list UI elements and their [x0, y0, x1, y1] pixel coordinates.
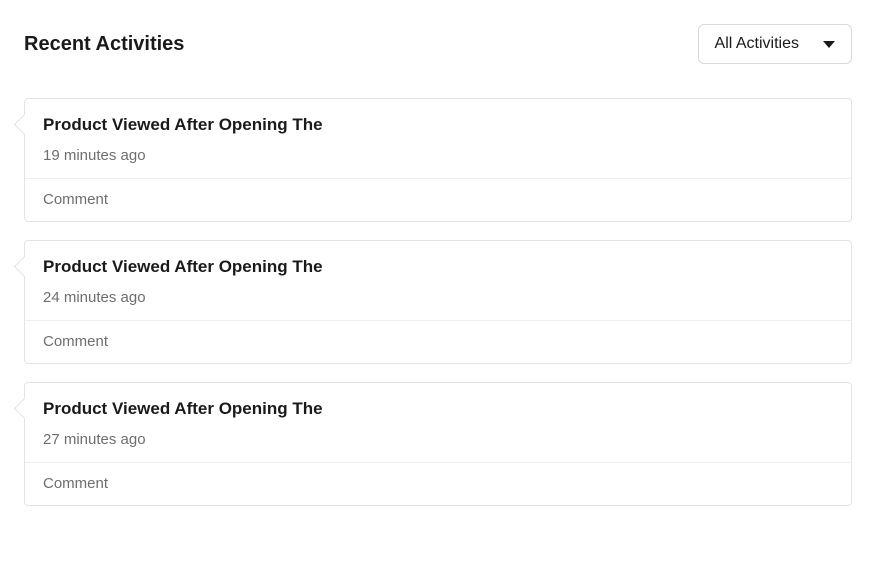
activity-title: Product Viewed After Opening The [43, 115, 833, 135]
comment-button[interactable]: Comment [43, 191, 108, 208]
activity-card: Product Viewed After Opening The 24 minu… [24, 240, 852, 364]
activity-title: Product Viewed After Opening The [43, 257, 833, 277]
filter-selected-label: All Activities [715, 35, 799, 53]
activity-card-footer: Comment [25, 178, 851, 221]
activity-card-body: Product Viewed After Opening The 19 minu… [25, 99, 851, 178]
activity-card-footer: Comment [25, 320, 851, 363]
activities-header: Recent Activities All Activities [24, 24, 852, 64]
activity-title: Product Viewed After Opening The [43, 399, 833, 419]
activity-card-footer: Comment [25, 462, 851, 505]
activity-card-body: Product Viewed After Opening The 24 minu… [25, 241, 851, 320]
activity-card: Product Viewed After Opening The 19 minu… [24, 98, 852, 222]
activity-card-body: Product Viewed After Opening The 27 minu… [25, 383, 851, 462]
activity-time: 27 minutes ago [43, 431, 833, 448]
activity-card: Product Viewed After Opening The 27 minu… [24, 382, 852, 506]
comment-button[interactable]: Comment [43, 333, 108, 350]
activity-filter-select[interactable]: All Activities [698, 24, 852, 64]
section-title: Recent Activities [24, 33, 184, 56]
activity-time: 24 minutes ago [43, 289, 833, 306]
comment-button[interactable]: Comment [43, 475, 108, 492]
caret-down-icon [823, 41, 835, 48]
activity-time: 19 minutes ago [43, 147, 833, 164]
